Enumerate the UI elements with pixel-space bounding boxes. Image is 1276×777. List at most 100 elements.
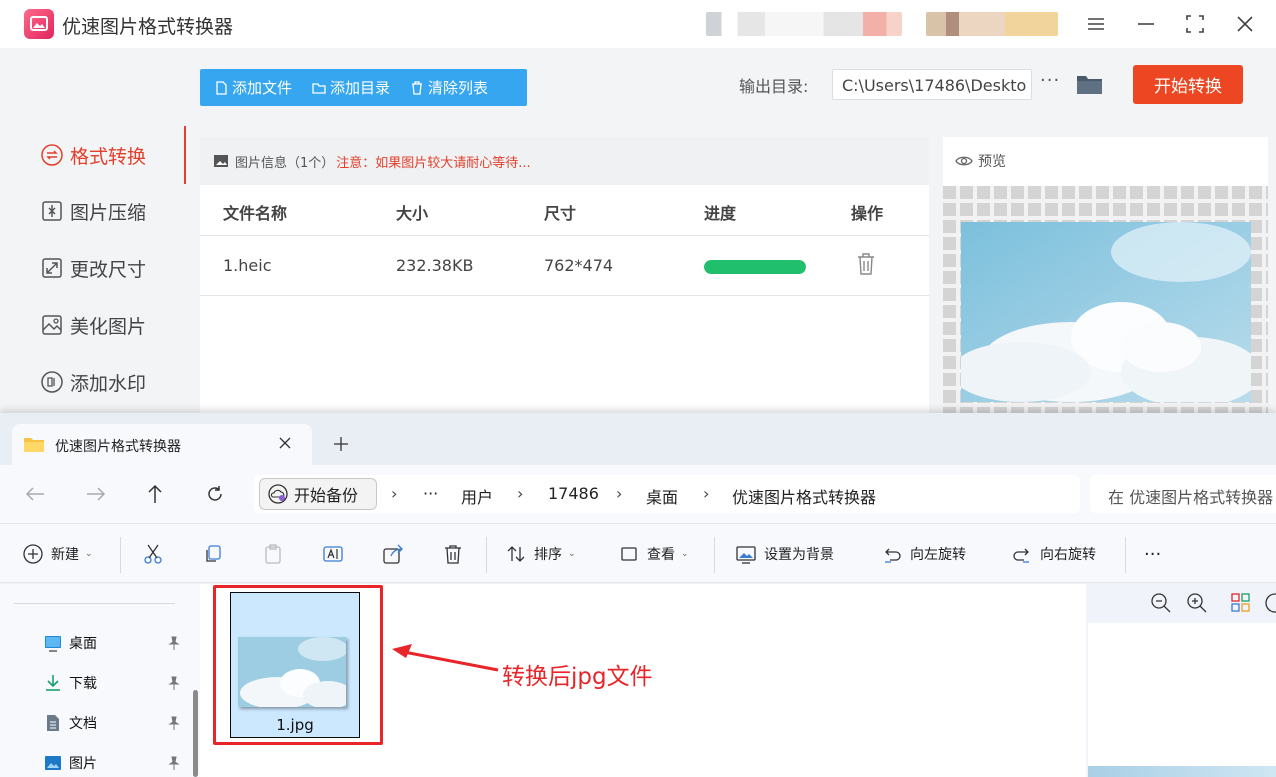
sidebar-item-beautify[interactable]: 美化图片 bbox=[40, 310, 146, 340]
sidebar-item-resize[interactable]: 更改尺寸 bbox=[40, 253, 146, 283]
eye-icon bbox=[955, 153, 973, 169]
zoom-in-icon[interactable] bbox=[1186, 592, 1208, 614]
close-icon[interactable] bbox=[1231, 10, 1259, 38]
clear-list-button[interactable]: 清除列表 bbox=[410, 69, 488, 106]
share-icon[interactable] bbox=[382, 543, 404, 565]
search-input[interactable]: 在 优速图片格式转换器 bbox=[1090, 475, 1276, 513]
divider bbox=[1125, 537, 1126, 573]
document-icon bbox=[44, 714, 62, 732]
column-header-actions: 操作 bbox=[851, 204, 884, 223]
divider bbox=[14, 603, 175, 604]
pin-icon[interactable] bbox=[167, 756, 181, 770]
column-header-dimensions: 尺寸 bbox=[544, 204, 577, 223]
maximize-icon[interactable] bbox=[1181, 10, 1209, 38]
rotate-left-button[interactable]: 向左旋转 bbox=[882, 543, 966, 565]
clear-list-label: 清除列表 bbox=[428, 79, 489, 97]
set-background-button[interactable]: 设置为背景 bbox=[736, 543, 834, 565]
breadcrumb-users[interactable]: 用户 bbox=[461, 484, 493, 508]
up-arrow-icon[interactable] bbox=[144, 484, 166, 504]
preview-label: 预览 bbox=[978, 154, 1006, 170]
cut-icon[interactable] bbox=[142, 543, 164, 565]
delete-icon[interactable] bbox=[856, 252, 876, 276]
cell-filename: 1.heic bbox=[223, 256, 272, 275]
breadcrumb-overflow[interactable]: ··· bbox=[423, 484, 438, 503]
menu-icon[interactable] bbox=[1082, 10, 1110, 38]
output-dir-more-button[interactable]: ··· bbox=[1040, 70, 1060, 91]
image-info-title: 图片信息（1个） bbox=[235, 155, 335, 171]
new-tab-icon[interactable] bbox=[331, 434, 351, 454]
copy-icon[interactable] bbox=[202, 543, 224, 565]
tab-close-icon[interactable] bbox=[276, 434, 294, 452]
tree-item-pictures[interactable]: 图片 bbox=[44, 751, 97, 775]
sort-button[interactable]: 排序 ⌄ bbox=[506, 543, 576, 565]
desktop-icon bbox=[44, 634, 62, 652]
beautify-icon bbox=[40, 313, 64, 337]
output-dir-field[interactable]: C:\Users\17486\Deskto bbox=[832, 69, 1032, 100]
preview-image bbox=[961, 222, 1251, 402]
file-toolbar: 添加文件 添加目录 清除列表 bbox=[200, 69, 527, 106]
divider bbox=[200, 235, 929, 236]
details-preview-image bbox=[1088, 766, 1276, 777]
breadcrumb-user-17486[interactable]: 17486 bbox=[548, 484, 599, 503]
sidebar-item-watermark[interactable]: 添加水印 bbox=[40, 367, 146, 397]
preview-header: 预览 bbox=[955, 151, 1006, 171]
tree-item-downloads[interactable]: 下载 bbox=[44, 671, 97, 695]
cloud-backup-icon bbox=[268, 484, 288, 504]
add-directory-button[interactable]: 添加目录 bbox=[312, 69, 390, 106]
refresh-icon[interactable] bbox=[204, 484, 226, 504]
pin-icon[interactable] bbox=[167, 636, 181, 650]
zoom-out-icon[interactable] bbox=[1150, 592, 1172, 614]
new-button[interactable]: 新建 ⌄ bbox=[23, 543, 93, 565]
compress-icon bbox=[40, 199, 64, 223]
chevron-down-icon: ⌄ bbox=[568, 549, 576, 559]
annotation-arrow-icon bbox=[390, 640, 500, 672]
annotation-text: 转换后jpg文件 bbox=[502, 664, 653, 690]
rotate-right-label: 向右旋转 bbox=[1040, 547, 1096, 563]
paste-icon[interactable] bbox=[262, 543, 284, 565]
delete-icon[interactable] bbox=[442, 543, 464, 565]
back-arrow-icon[interactable] bbox=[24, 484, 46, 504]
tree-item-desktop[interactable]: 桌面 bbox=[44, 631, 97, 655]
help-icon[interactable] bbox=[1264, 592, 1276, 614]
minimize-icon[interactable] bbox=[1132, 10, 1160, 38]
scrollbar[interactable] bbox=[193, 690, 198, 777]
tree-item-label: 图片 bbox=[69, 756, 97, 772]
download-icon bbox=[44, 674, 62, 692]
details-preview bbox=[1088, 623, 1276, 777]
tree-item-documents[interactable]: 文档 bbox=[44, 711, 97, 735]
add-file-label: 添加文件 bbox=[232, 79, 293, 97]
add-file-button[interactable]: 添加文件 bbox=[214, 69, 292, 106]
breadcrumb-current-folder[interactable]: 优速图片格式转换器 bbox=[732, 484, 876, 508]
trash-icon bbox=[410, 80, 424, 95]
tree-item-label: 桌面 bbox=[69, 636, 97, 652]
folder-icon bbox=[24, 436, 44, 452]
rotate-right-icon bbox=[1012, 544, 1032, 564]
breadcrumb-chevron-icon: › bbox=[391, 484, 398, 503]
new-label: 新建 bbox=[51, 547, 79, 563]
convert-icon bbox=[40, 143, 64, 167]
more-options-button[interactable]: ··· bbox=[1144, 543, 1161, 565]
start-backup-label: 开始备份 bbox=[294, 486, 359, 505]
sort-icon bbox=[506, 544, 526, 564]
open-folder-icon[interactable] bbox=[1076, 72, 1103, 96]
sidebar-item-compress[interactable]: 图片压缩 bbox=[40, 196, 146, 226]
breadcrumb-chevron-icon[interactable]: › bbox=[616, 484, 622, 503]
rename-icon[interactable] bbox=[322, 543, 344, 565]
pin-icon[interactable] bbox=[167, 676, 181, 690]
start-convert-button[interactable]: 开始转换 bbox=[1133, 65, 1243, 104]
pin-icon[interactable] bbox=[167, 716, 181, 730]
sidebar-item-format-convert[interactable]: 格式转换 bbox=[40, 140, 146, 170]
sidebar-item-label: 更改尺寸 bbox=[70, 258, 147, 281]
breadcrumb-chevron-icon[interactable]: › bbox=[517, 484, 523, 503]
tab-title: 优速图片格式转换器 bbox=[55, 439, 181, 455]
breadcrumb-chevron-icon[interactable]: › bbox=[703, 484, 709, 503]
breadcrumb-desktop[interactable]: 桌面 bbox=[646, 484, 678, 508]
gallery-icon[interactable] bbox=[1230, 592, 1252, 614]
view-button[interactable]: 查看 ⌄ bbox=[619, 543, 689, 565]
progress-bar bbox=[704, 260, 806, 274]
view-label: 查看 bbox=[647, 547, 675, 563]
start-backup-button[interactable]: 开始备份 bbox=[259, 478, 377, 510]
rotate-right-button[interactable]: 向右旋转 bbox=[1012, 543, 1096, 565]
divider bbox=[200, 295, 929, 296]
forward-arrow-icon[interactable] bbox=[85, 484, 107, 504]
